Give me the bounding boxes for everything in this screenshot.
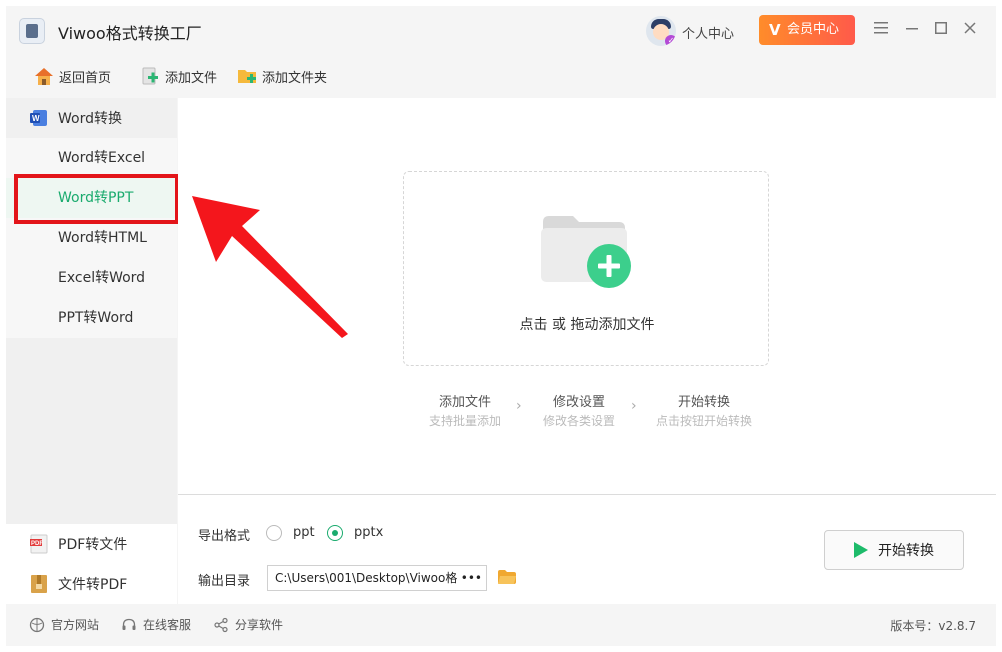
avatar[interactable]: ✓ (646, 16, 676, 46)
title-bar: Viwoo格式转换工厂 ✓ 个人中心 V 会员中心 (6, 6, 996, 56)
toolbar: 返回首页 添加文件 添加文件夹 (6, 56, 996, 98)
play-icon (854, 542, 868, 558)
red-pointer-arrow-icon (192, 196, 348, 338)
radio-ppt-label[interactable]: ppt (293, 525, 315, 540)
path-ellipsis: ••• (457, 566, 482, 590)
add-folder-button[interactable]: 添加文件夹 (236, 64, 327, 88)
chevron-right-icon: › (516, 398, 522, 414)
app-title: Viwoo格式转换工厂 (58, 24, 202, 43)
app-window: Viwoo格式转换工厂 ✓ 个人中心 V 会员中心 返回首页 添加文件 添加文件… (6, 6, 996, 646)
home-button[interactable]: 返回首页 (33, 64, 111, 88)
sidebar-item-file-to-pdf[interactable]: 文件转PDF (6, 564, 177, 604)
svg-text:PDF: PDF (31, 541, 43, 547)
personal-center-link[interactable]: 个人中心 (682, 23, 734, 42)
add-file-button[interactable]: 添加文件 (139, 64, 217, 88)
vip-center-label: 会员中心 (787, 22, 840, 37)
sidebar-item-pdf-to-file[interactable]: PDF PDF转文件 (6, 524, 177, 564)
step-start-convert: 开始转换 点击按钮开始转换 (655, 395, 752, 428)
radio-pptx-label[interactable]: pptx (354, 525, 383, 540)
radio-pptx[interactable] (327, 525, 343, 541)
globe-icon (29, 617, 45, 633)
menu-icon[interactable] (872, 20, 890, 38)
sidebar-item-excel-to-word[interactable]: Excel转Word (6, 258, 177, 298)
add-folder-illustration-icon (541, 212, 633, 292)
close-icon[interactable] (961, 20, 979, 38)
official-site-link[interactable]: 官方网站 (29, 616, 99, 633)
home-icon (33, 65, 55, 87)
word-icon: W (30, 109, 48, 127)
start-convert-button[interactable]: 开始转换 (824, 530, 964, 570)
sidebar-item-ppt-to-word[interactable]: PPT转Word (6, 298, 177, 338)
add-folder-icon (236, 65, 258, 87)
add-file-icon (139, 65, 161, 87)
footer: 官方网站 在线客服 分享软件 版本号：v2.8.7 (6, 604, 996, 646)
highlight-box (14, 174, 179, 224)
sidebar-item-word-to-excel[interactable]: Word转Excel (6, 138, 177, 178)
svg-text:W: W (32, 114, 40, 123)
share-software-link[interactable]: 分享软件 (213, 616, 283, 633)
online-service-link[interactable]: 在线客服 (121, 616, 191, 633)
maximize-icon[interactable] (932, 20, 950, 38)
pdf-icon: PDF (30, 534, 48, 554)
vip-center-button[interactable]: V 会员中心 (759, 15, 855, 45)
settings-panel: 导出格式 ppt pptx 输出目录 C:\Users\001\Desktop\… (178, 494, 996, 604)
sidebar-list: Word转Excel Word转PPT Word转HTML Excel转Word… (6, 138, 177, 338)
chevron-right-icon: › (631, 398, 637, 414)
dropzone-text: 点击 或 拖动添加文件 (519, 317, 655, 333)
output-dir-label: 输出目录 (198, 574, 251, 589)
app-logo-icon (19, 18, 45, 44)
verified-badge-icon: ✓ (665, 35, 676, 46)
file-dropzone[interactable]: 点击 或 拖动添加文件 (403, 171, 769, 366)
sidebar-group-word[interactable]: W Word转换 (6, 98, 177, 138)
headset-icon (121, 617, 137, 633)
step-modify-settings: 修改设置 修改各类设置 (542, 395, 615, 428)
share-icon (213, 617, 229, 633)
minimize-icon[interactable] (903, 20, 921, 38)
format-label: 导出格式 (198, 529, 251, 544)
radio-ppt[interactable] (266, 525, 282, 541)
browse-folder-icon[interactable] (498, 569, 516, 584)
output-path-input[interactable]: C:\Users\001\Desktop\Viwoo格式 ••• (267, 565, 487, 591)
vip-icon: V (769, 21, 781, 39)
archive-icon (30, 574, 48, 594)
sidebar-item-word-to-html[interactable]: Word转HTML (6, 218, 177, 258)
step-add-files: 添加文件 支持批量添加 (428, 395, 501, 428)
version-label: 版本号：v2.8.7 (890, 619, 976, 633)
